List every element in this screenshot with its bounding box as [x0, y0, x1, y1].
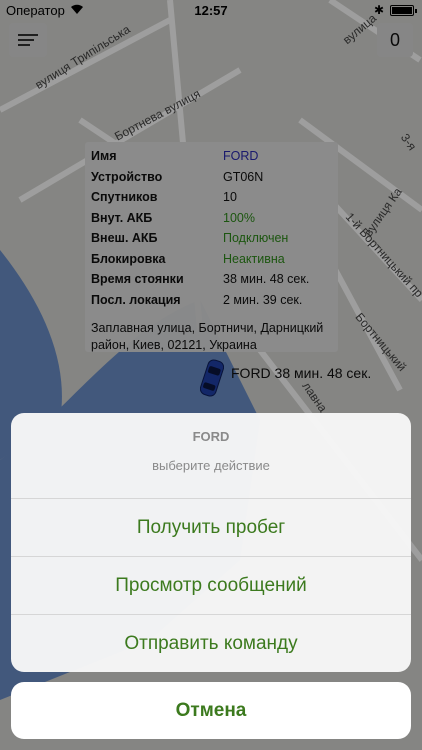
action-sheet: FORD выберите действие Получить пробег П… — [11, 413, 411, 672]
view-messages-button[interactable]: Просмотр сообщений — [11, 556, 411, 614]
cancel-button[interactable]: Отмена — [11, 682, 411, 739]
action-sheet-subtitle: выберите действие — [152, 458, 270, 473]
send-command-button[interactable]: Отправить команду — [11, 614, 411, 672]
get-mileage-button[interactable]: Получить пробег — [11, 498, 411, 556]
action-sheet-title: FORD — [192, 429, 230, 444]
